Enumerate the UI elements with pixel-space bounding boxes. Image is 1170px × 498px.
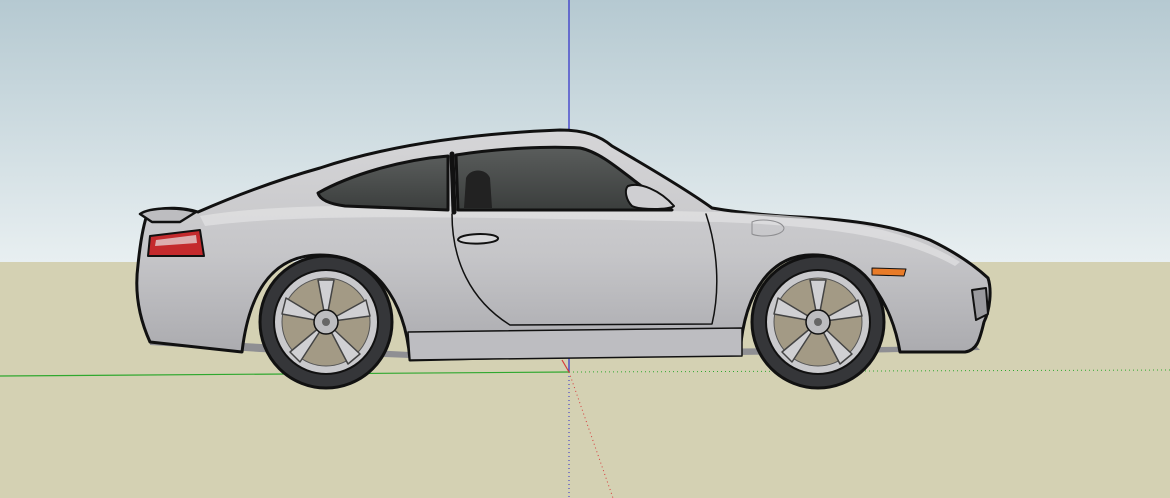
door-handle[interactable]: [457, 233, 500, 245]
rear-wheel[interactable]: [258, 254, 394, 390]
front-wheel[interactable]: [750, 254, 886, 390]
b-pillar: [449, 151, 457, 215]
seat: [464, 170, 492, 208]
front-intake: [971, 287, 989, 321]
rocker-panel: [407, 327, 743, 361]
front-indicator: [871, 267, 907, 277]
modeling-viewport[interactable]: [0, 0, 1170, 498]
